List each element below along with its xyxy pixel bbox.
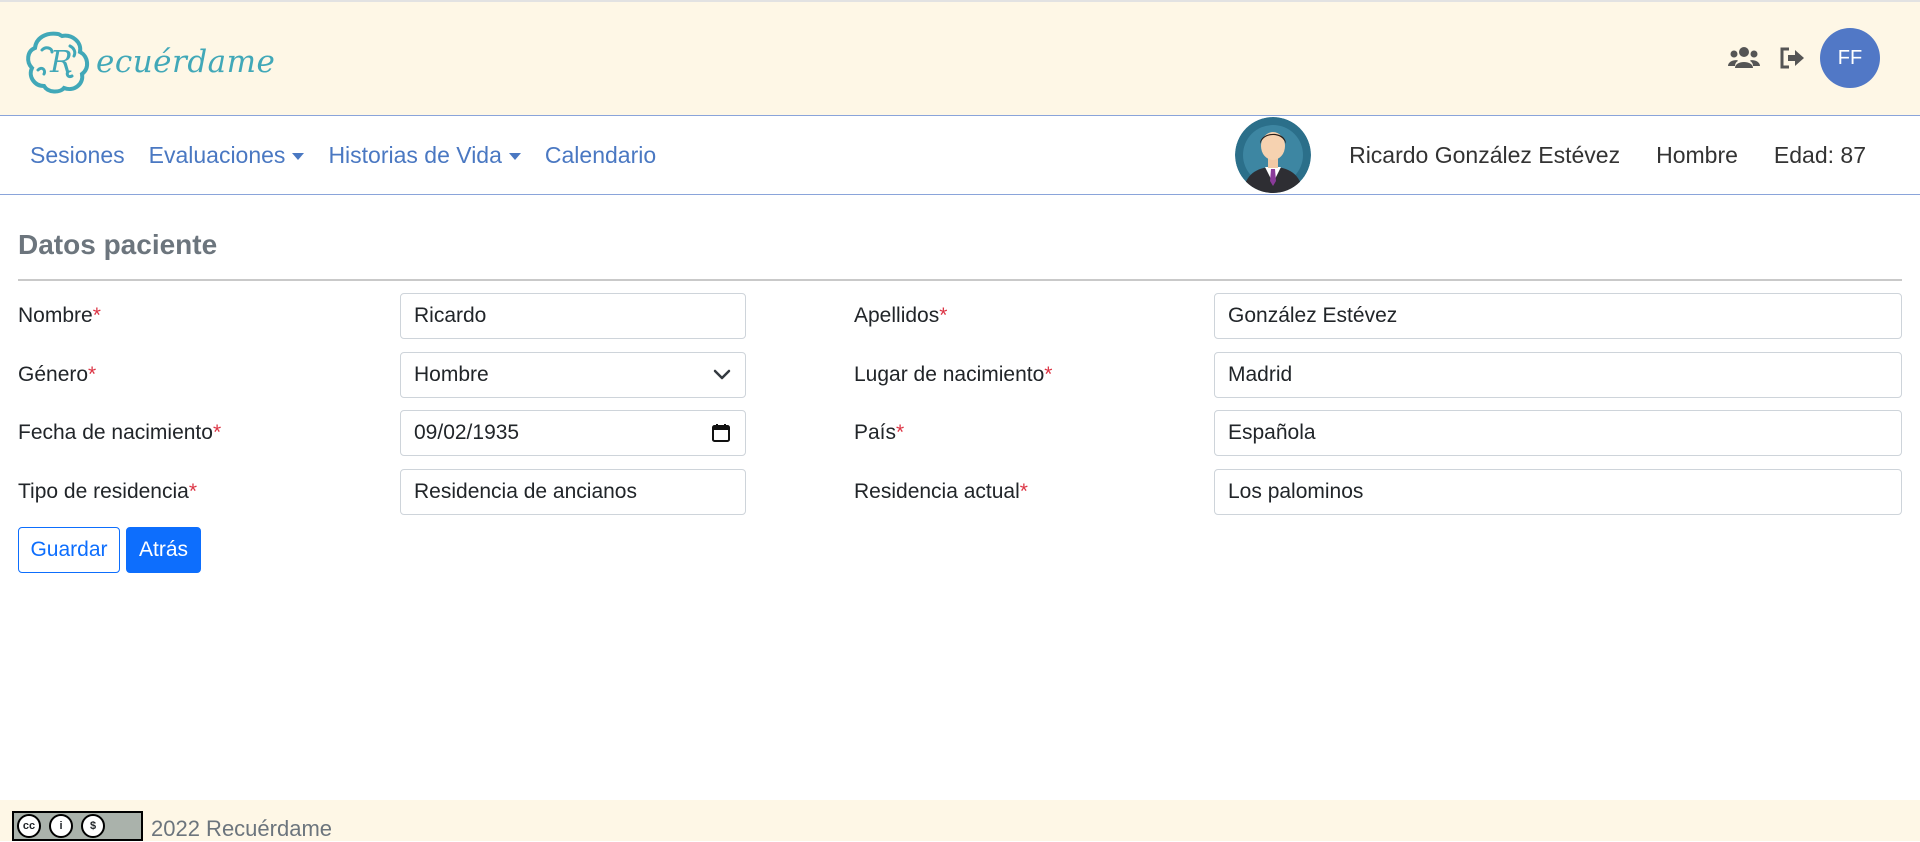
nav-item-sesiones[interactable]: Sesiones [18, 142, 137, 169]
patient-gender: Hombre [1656, 141, 1738, 168]
tipo-residencia-input[interactable]: Residencia de ancianos [400, 469, 746, 515]
app-logo-text: ecuérdame [96, 44, 276, 80]
genero-select[interactable]: Hombre [400, 352, 746, 398]
patient-age: Edad: 87 [1774, 142, 1866, 169]
required-marker: * [1019, 480, 1028, 503]
noncommercial-icon: $ [81, 814, 105, 838]
footer-copyright: 2022 Recuérdame [151, 816, 333, 841]
save-button[interactable]: Guardar [18, 527, 120, 573]
brain-logo-icon: R [26, 31, 89, 94]
footer: cc i $ 2022 Recuérdame [0, 800, 1920, 841]
required-marker: * [92, 304, 101, 327]
top-header: R ecuérdame FF [0, 0, 1920, 116]
apellidos-label: Apellidos* [854, 304, 948, 327]
required-marker: * [188, 480, 198, 503]
required-marker: * [1044, 363, 1053, 386]
nav-item-label: Evaluaciones [148, 141, 286, 168]
residencia-actual-input[interactable]: Los palominos [1214, 469, 1902, 515]
app-logo[interactable]: R ecuérdame [22, 26, 275, 98]
cc-icon: cc [17, 814, 41, 838]
main-navbar: Sesiones Evaluaciones Historias de Vida … [0, 116, 1920, 195]
residencia-actual-label: Residencia actual* [854, 480, 1028, 503]
nav-item-calendario[interactable]: Calendario [533, 142, 668, 169]
header-actions: FF [1720, 28, 1880, 88]
nav-item-label: Sesiones [30, 141, 125, 168]
fecha-nacimiento-label: Fecha de nacimiento* [18, 421, 222, 444]
patient-name: Ricardo González Estévez [1349, 141, 1621, 168]
patient-summary: Ricardo González Estévez Hombre Edad: 87 [1235, 116, 1920, 194]
patient-age-value: 87 [1840, 141, 1866, 168]
title-divider [18, 279, 1902, 281]
fecha-nacimiento-input[interactable]: 09/02/1935 [400, 410, 746, 456]
nombre-input[interactable]: Ricardo [400, 293, 746, 339]
caret-down-icon [292, 152, 305, 160]
page-title: Datos paciente [18, 229, 218, 260]
patient-photo [1235, 117, 1312, 193]
sign-out-icon[interactable] [1768, 28, 1816, 88]
apellidos-input[interactable]: González Estévez [1214, 293, 1902, 339]
attribution-icon: i [49, 814, 73, 838]
cc-license-badge[interactable]: cc i $ [12, 811, 143, 841]
genero-label: Género* [18, 363, 97, 386]
nav-item-historias-de-vida[interactable]: Historias de Vida [316, 142, 532, 169]
lugar-nacimiento-input[interactable]: Madrid [1214, 352, 1902, 398]
users-icon[interactable] [1720, 28, 1768, 88]
required-marker: * [212, 421, 222, 444]
svg-text:R: R [49, 45, 73, 80]
nav-item-label: Historias de Vida [328, 141, 502, 168]
chevron-down-icon [713, 369, 731, 380]
pais-input[interactable]: Española [1214, 410, 1902, 456]
nav-item-evaluaciones[interactable]: Evaluaciones [137, 142, 317, 169]
caret-down-icon [508, 152, 521, 160]
nombre-label: Nombre* [18, 304, 101, 327]
required-marker: * [896, 421, 905, 444]
pais-label: País* [854, 421, 905, 444]
user-avatar[interactable]: FF [1820, 28, 1880, 88]
required-marker: * [88, 363, 97, 386]
lugar-nacimiento-label: Lugar de nacimiento* [854, 363, 1053, 386]
patient-age-label: Edad: [1773, 141, 1835, 168]
required-marker: * [939, 304, 948, 327]
tipo-residencia-label: Tipo de residencia* [18, 480, 198, 503]
nav-item-label: Calendario [544, 141, 657, 168]
calendar-icon[interactable] [711, 423, 731, 443]
nav-menu: Sesiones Evaluaciones Historias de Vida … [18, 116, 668, 194]
back-button[interactable]: Atrás [126, 527, 201, 573]
